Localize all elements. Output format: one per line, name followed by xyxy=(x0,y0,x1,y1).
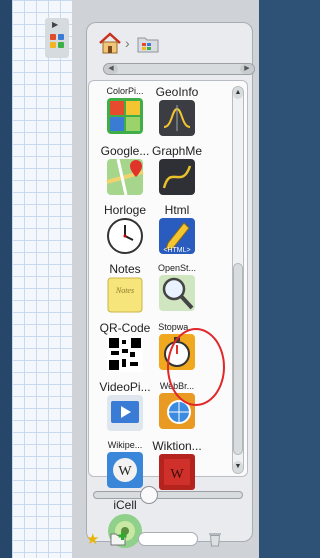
library-item-video-picker[interactable]: VideoPi... xyxy=(97,380,153,432)
svg-text:Notes: Notes xyxy=(115,286,134,295)
scroll-right-button[interactable]: ▶ xyxy=(240,64,254,74)
scroll-left-button[interactable]: ◀ xyxy=(104,64,118,74)
openstreetmap-icon xyxy=(158,274,196,312)
library-item-google-maps[interactable]: Google... xyxy=(97,144,153,196)
scroll-up-button[interactable]: ▲ xyxy=(233,87,243,99)
library-item-openstreetmap[interactable]: OpenSt... xyxy=(149,262,205,312)
clock-icon xyxy=(106,217,144,255)
search-input[interactable] xyxy=(138,532,198,546)
library-items-view: ColorPi... GeoInfo Google... GraphMe Horloge… xyxy=(88,80,248,548)
library-item-clock[interactable]: Horloge xyxy=(97,203,153,255)
slider-knob[interactable] xyxy=(140,486,158,504)
video-picker-icon xyxy=(106,394,144,432)
library-toggle-tab[interactable]: ▶ xyxy=(45,18,69,58)
collapse-arrow-icon[interactable]: ▶ xyxy=(52,20,58,29)
trash-icon[interactable] xyxy=(208,531,222,547)
library-item-label: Html xyxy=(164,203,190,217)
add-folder-icon[interactable] xyxy=(110,532,128,546)
selection-highlight xyxy=(167,328,225,406)
library-palette: › ◀ ▶ ColorPi... GeoInfo Google... GraphMe H… xyxy=(72,0,259,558)
star-icon[interactable]: ★ xyxy=(86,530,99,548)
library-panel: › ◀ ▶ ColorPi... GeoInfo Google... GraphMe H… xyxy=(86,22,255,548)
applications-folder-icon[interactable] xyxy=(137,35,159,53)
library-item-color-picker[interactable]: ColorPi... xyxy=(97,85,153,135)
library-item-notes[interactable]: Notes Notes xyxy=(97,262,153,314)
home-icon[interactable] xyxy=(97,31,123,55)
notes-icon: Notes xyxy=(106,276,144,314)
svg-text:W: W xyxy=(170,467,184,482)
library-item-geoinfo[interactable]: GeoInfo xyxy=(149,85,205,137)
library-item-label: VideoPi... xyxy=(99,380,151,394)
library-item-label: Horloge xyxy=(103,203,147,217)
library-item-wikipedia[interactable]: Wikipe... W xyxy=(97,439,153,489)
wiktionary-icon: W xyxy=(158,453,196,491)
library-item-wiktionary[interactable]: Wiktion... W xyxy=(149,439,205,491)
library-item-label: QR-Code xyxy=(99,321,151,335)
wikipedia-icon: W xyxy=(106,451,144,489)
library-item-label: ColorPi... xyxy=(106,86,144,96)
google-maps-icon xyxy=(106,158,144,196)
geoinfo-icon xyxy=(158,99,196,137)
library-item-html[interactable]: Html <HTML> xyxy=(149,203,205,255)
library-grid-icon xyxy=(50,34,64,48)
library-item-label: Notes xyxy=(109,262,141,276)
library-item-graphme[interactable]: GraphMe xyxy=(149,144,205,196)
breadcrumb-separator: › xyxy=(125,35,130,51)
library-item-label: Wiktion... xyxy=(152,439,202,453)
svg-text:W: W xyxy=(118,464,132,479)
library-vertical-scrollbar[interactable]: ▲ ▼ xyxy=(232,86,244,474)
breadcrumb-scrollbar[interactable]: ◀ ▶ xyxy=(103,63,255,75)
thumbnail-size-slider[interactable] xyxy=(93,486,243,504)
board-border xyxy=(0,0,12,558)
library-item-label: OpenSt... xyxy=(157,263,197,273)
qr-code-icon xyxy=(106,335,144,373)
html-icon: <HTML> xyxy=(158,217,196,255)
scrollbar-thumb[interactable] xyxy=(233,263,243,455)
library-item-label: GeoInfo xyxy=(155,85,199,99)
library-breadcrumb: › ◀ ▶ xyxy=(97,31,255,75)
library-item-label: Wikipe... xyxy=(107,440,143,450)
graphme-icon xyxy=(158,158,196,196)
library-item-label: GraphMe xyxy=(151,144,203,158)
library-item-label: Google... xyxy=(100,144,150,158)
scroll-down-button[interactable]: ▼ xyxy=(233,461,243,473)
color-picker-icon xyxy=(106,97,144,135)
svg-text:<HTML>: <HTML> xyxy=(163,247,190,254)
library-bottom-toolbar: ★ xyxy=(86,530,251,552)
library-item-qr-code[interactable]: QR-Code xyxy=(97,321,153,373)
